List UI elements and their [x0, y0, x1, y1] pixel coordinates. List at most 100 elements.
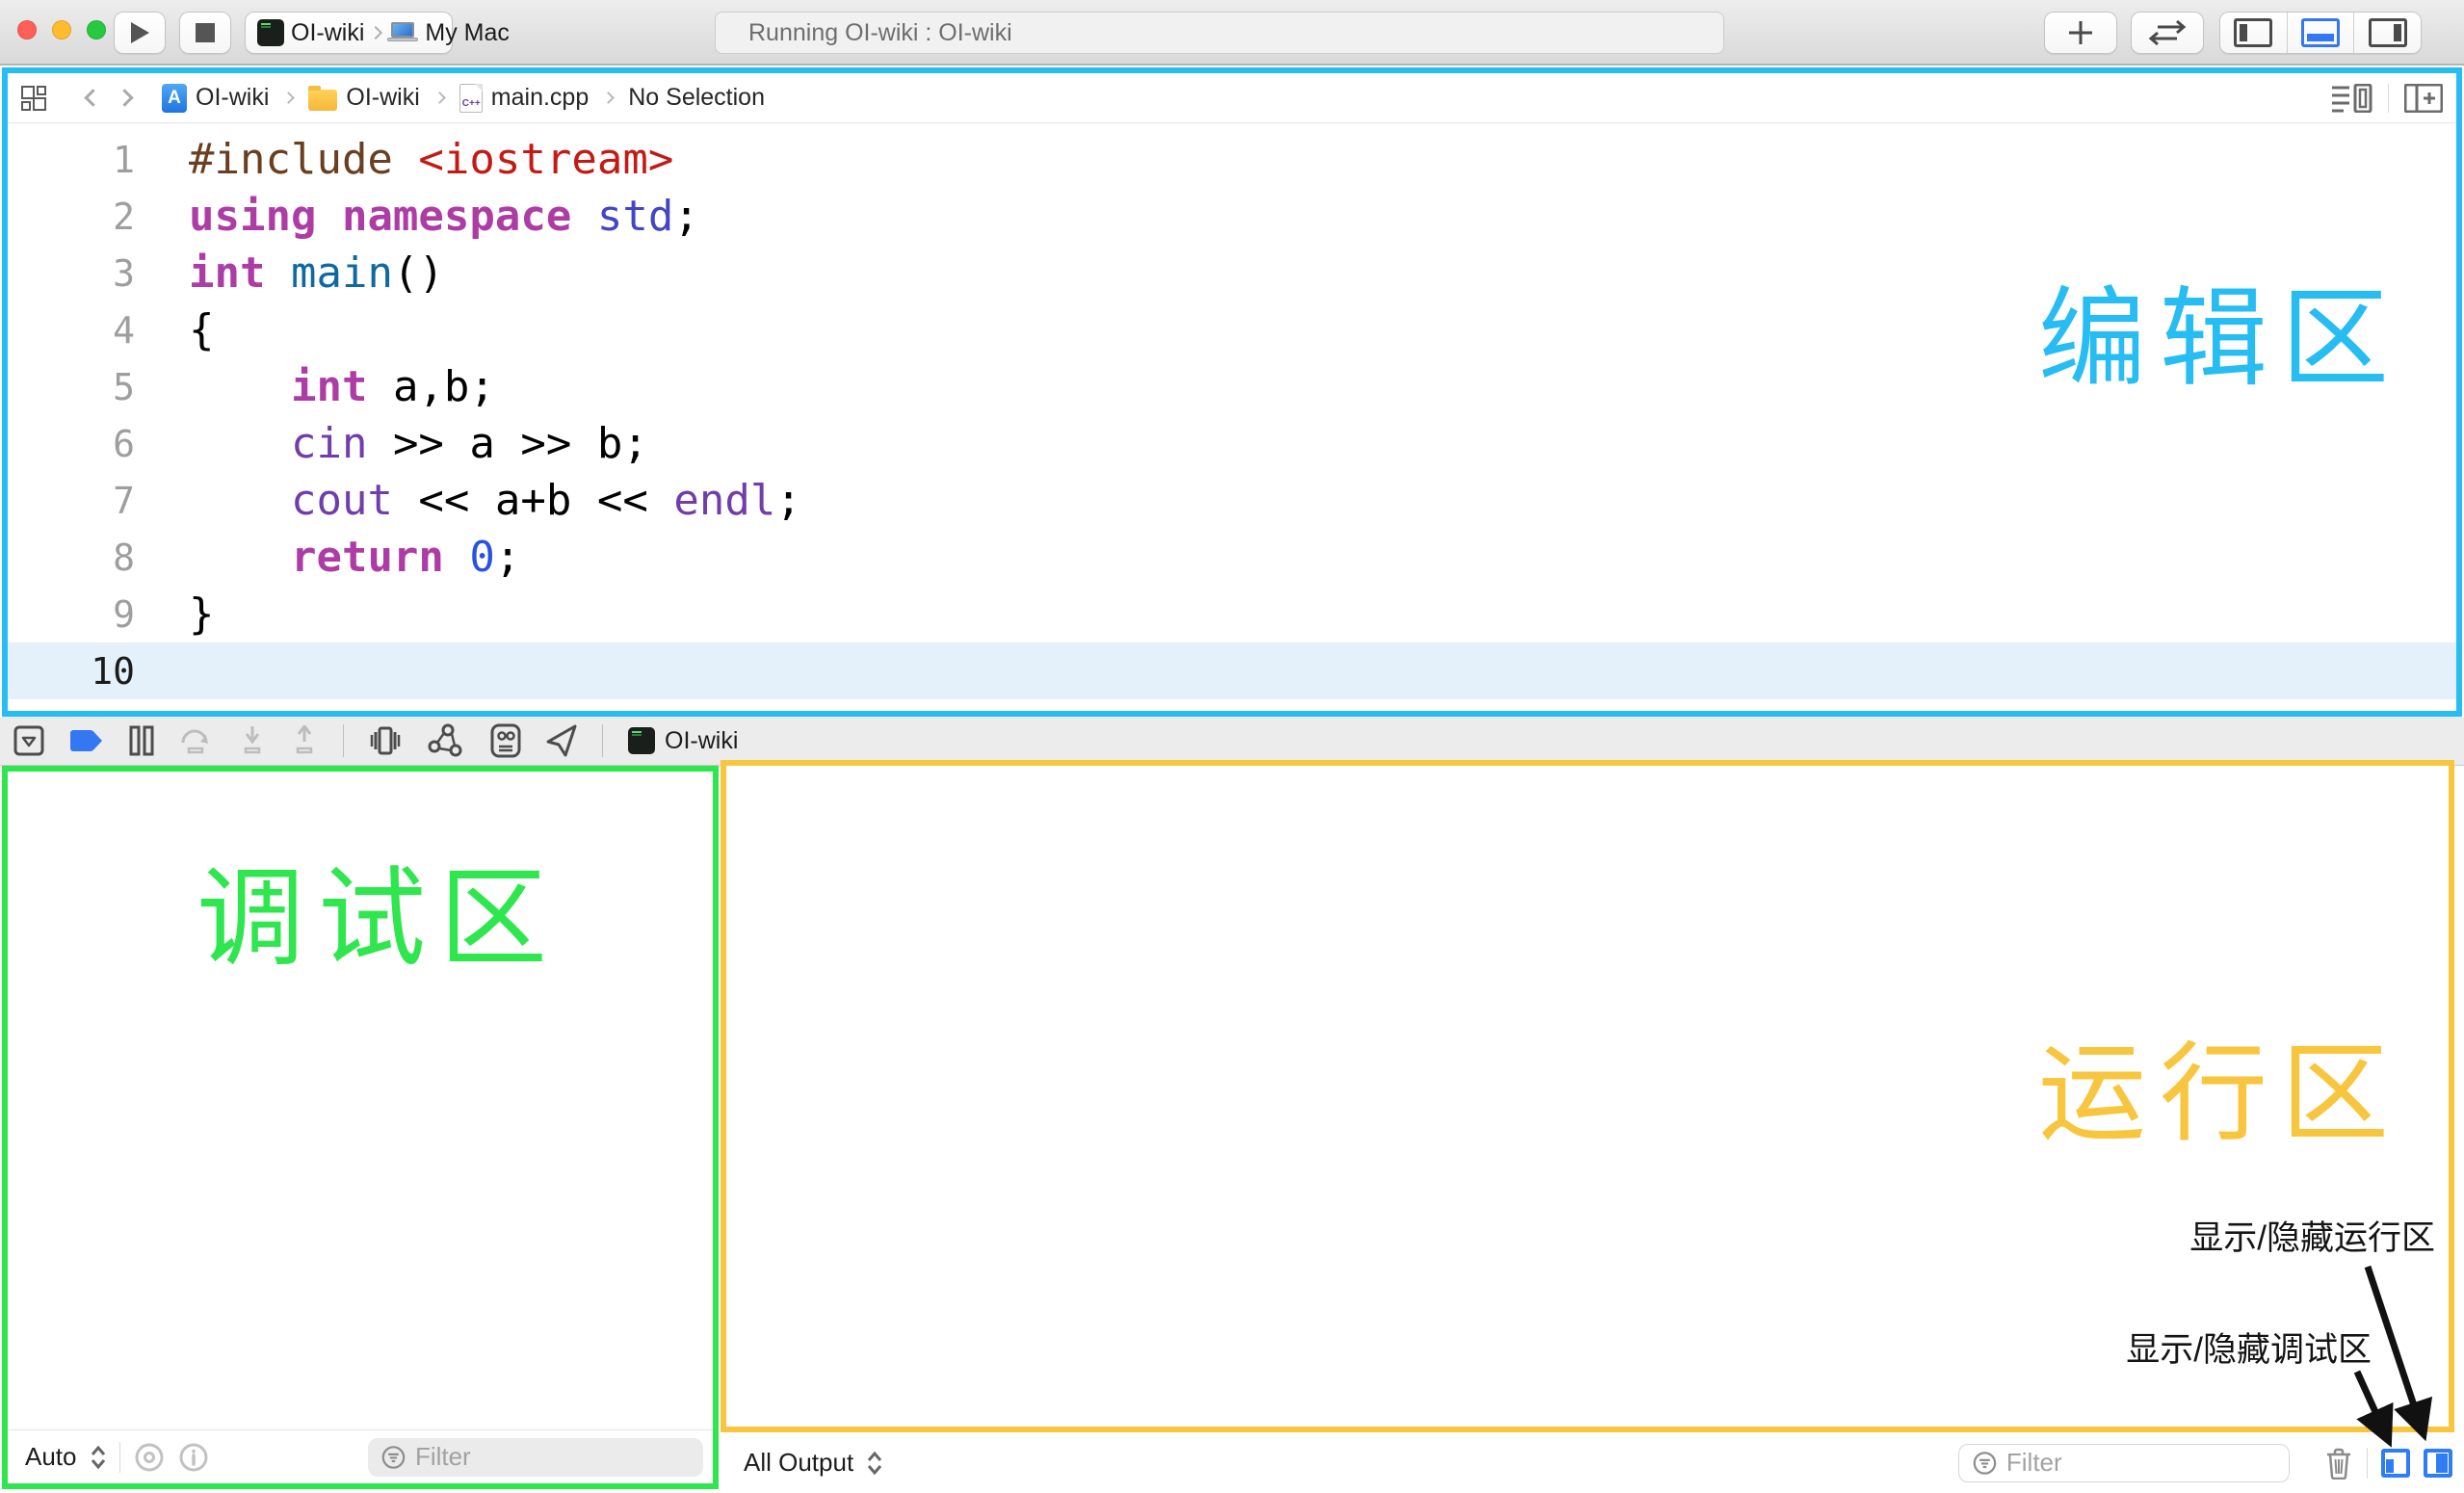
editor-area: OI-wiki OI-wiki main.cpp No Selection — [2, 67, 2462, 717]
stop-button[interactable] — [179, 12, 231, 54]
scheme-target-label: OI-wiki — [291, 19, 364, 47]
source-editor[interactable]: 1#include <iostream>2using namespace std… — [8, 123, 2456, 699]
trash-icon[interactable] — [2324, 1447, 2353, 1480]
laptop-icon — [387, 22, 418, 43]
code-line[interactable]: 1#include <iostream> — [8, 131, 2456, 188]
line-number: 7 — [8, 480, 135, 522]
step-out-icon[interactable] — [291, 725, 318, 756]
filter-icon — [381, 1444, 406, 1471]
editor-zone-label: 编辑区 — [2038, 251, 2402, 407]
breadcrumb-file[interactable]: main.cpp — [459, 84, 589, 113]
line-number: 1 — [8, 139, 135, 181]
filter-icon — [1973, 1450, 1997, 1477]
left-panel-icon — [2234, 18, 2272, 47]
toggle-debug-area-button[interactable] — [2287, 13, 2354, 53]
variables-filter-field[interactable] — [368, 1438, 703, 1477]
divider — [2388, 84, 2389, 113]
window-toolbar: OI-wiki My Mac Running OI-wiki : OI-wiki — [0, 0, 2464, 65]
toggle-variables-view-button[interactable] — [2381, 1449, 2410, 1478]
divider — [119, 1442, 120, 1473]
toggle-console-view-button[interactable] — [2424, 1449, 2452, 1478]
line-number: 3 — [8, 252, 135, 295]
code-text: cout << a+b << endl; — [135, 476, 801, 525]
simulate-location-icon[interactable] — [546, 724, 577, 757]
debug-process-item[interactable]: OI-wiki — [628, 727, 738, 755]
code-line[interactable]: 8 return 0; — [8, 529, 2456, 586]
info-icon[interactable] — [178, 1442, 209, 1473]
breadcrumb-folder[interactable]: OI-wiki — [308, 84, 419, 112]
scheme-selector[interactable]: OI-wiki My Mac — [245, 12, 453, 54]
code-text: return 0; — [135, 533, 520, 582]
line-number: 2 — [8, 196, 135, 238]
go-back-icon[interactable] — [84, 89, 101, 106]
stop-icon — [196, 23, 215, 42]
code-line[interactable]: 7 cout << a+b << endl; — [8, 472, 2456, 529]
related-items-icon[interactable] — [21, 86, 46, 111]
code-text: } — [135, 589, 215, 639]
code-text: #include <iostream> — [135, 135, 673, 184]
run-button[interactable] — [114, 12, 166, 54]
code-text: using namespace std; — [135, 192, 699, 241]
minimize-window-button[interactable] — [52, 20, 71, 39]
code-text: int main() — [135, 249, 444, 298]
xcode-window: OI-wiki My Mac Running OI-wiki : OI-wiki — [0, 0, 2464, 1493]
scope-selector[interactable]: Auto — [25, 1442, 77, 1472]
variables-filter-input[interactable] — [415, 1442, 690, 1472]
terminal-app-icon — [257, 19, 284, 46]
toggle-navigator-button[interactable] — [2220, 13, 2287, 53]
add-editor-icon[interactable] — [2404, 84, 2443, 113]
code-lines: 1#include <iostream>2using namespace std… — [8, 131, 2456, 699]
go-forward-icon[interactable] — [116, 89, 133, 106]
zoom-window-button[interactable] — [87, 20, 106, 39]
console-view: 运行区 显示/隐藏运行区 显示/隐藏调试区 — [721, 760, 2454, 1432]
stepper-chevrons-icon[interactable] — [867, 1452, 882, 1475]
bottom-panel-icon — [2301, 18, 2340, 47]
cpp-file-icon — [459, 84, 483, 113]
console-filter-input[interactable] — [2006, 1448, 2275, 1478]
variables-view: 调试区 Auto — [2, 766, 719, 1489]
code-line[interactable]: 2using namespace std; — [8, 188, 2456, 245]
stepper-chevrons-icon[interactable] — [91, 1446, 106, 1469]
breakpoints-toggle-icon[interactable] — [69, 729, 104, 752]
code-line[interactable]: 6 cin >> a >> b; — [8, 415, 2456, 472]
chevron-right-icon — [433, 92, 446, 104]
close-window-button[interactable] — [17, 20, 37, 39]
code-text: int a,b; — [135, 362, 495, 411]
plus-icon — [2066, 18, 2095, 47]
divider — [2367, 1448, 2368, 1479]
line-number: 10 — [8, 650, 135, 693]
activity-viewer: Running OI-wiki : OI-wiki — [715, 12, 1724, 54]
code-line[interactable]: 10 — [8, 642, 2456, 699]
toggle-debug-annotation: 显示/隐藏调试区 — [2126, 1323, 2372, 1372]
project-file-icon — [162, 84, 187, 113]
hide-debug-area-icon[interactable] — [13, 725, 44, 756]
play-icon — [129, 21, 150, 44]
step-into-icon[interactable] — [239, 725, 266, 756]
breadcrumb-selection-label: No Selection — [628, 84, 765, 112]
console-filter-field[interactable] — [1958, 1444, 2290, 1482]
memory-graph-icon[interactable] — [427, 723, 465, 758]
library-add-button[interactable] — [2044, 12, 2117, 54]
view-hierarchy-icon[interactable] — [369, 724, 402, 757]
editor-mode-button[interactable] — [2131, 12, 2204, 54]
divider — [602, 724, 603, 757]
line-number: 8 — [8, 537, 135, 579]
toggle-run-annotation: 显示/隐藏运行区 — [2189, 1211, 2435, 1260]
adjust-editor-options-icon[interactable] — [2332, 84, 2372, 113]
environment-overrides-icon[interactable] — [490, 723, 521, 758]
pause-icon[interactable] — [129, 725, 154, 756]
debug-zone-label: 调试区 — [197, 831, 561, 987]
jump-bar: OI-wiki OI-wiki main.cpp No Selection — [8, 73, 2456, 123]
debug-bar: OI-wiki — [0, 717, 2464, 766]
breadcrumb-selection[interactable]: No Selection — [628, 84, 765, 112]
line-number: 6 — [8, 423, 135, 465]
breadcrumb-project-label: OI-wiki — [196, 84, 269, 112]
toggle-inspector-button[interactable] — [2353, 13, 2421, 53]
quick-look-icon[interactable] — [134, 1442, 165, 1473]
line-number: 4 — [8, 309, 135, 352]
panel-toggle-group — [2219, 12, 2422, 54]
step-over-icon[interactable] — [179, 725, 214, 756]
output-mode-selector[interactable]: All Output — [744, 1448, 853, 1478]
code-line[interactable]: 9} — [8, 586, 2456, 642]
breadcrumb-project[interactable]: OI-wiki — [162, 84, 269, 113]
